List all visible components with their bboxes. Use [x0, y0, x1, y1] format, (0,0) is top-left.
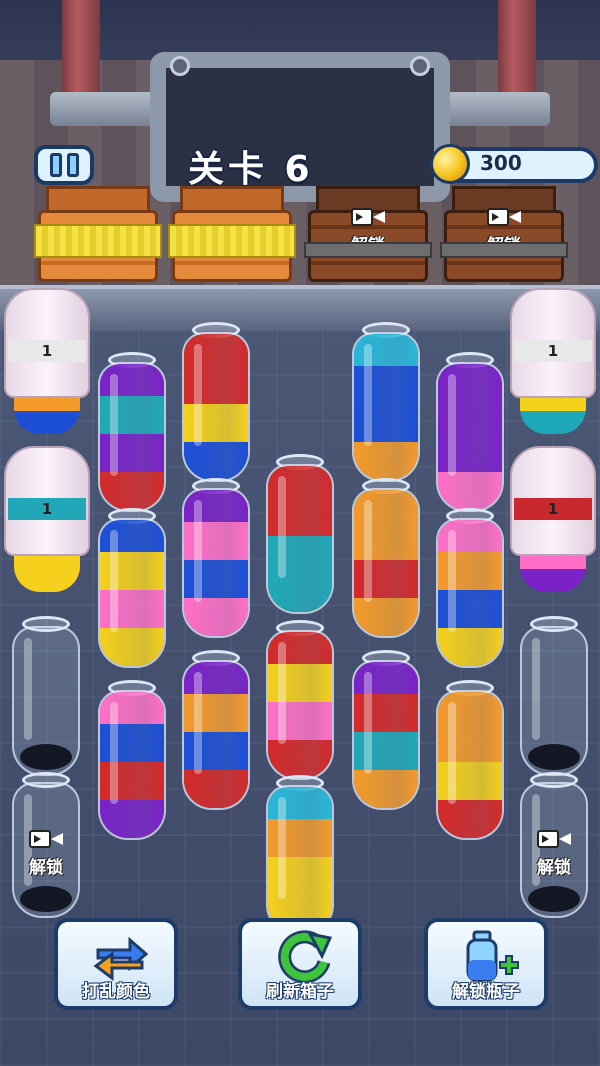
add-bottle-icon [466, 930, 519, 982]
bottle-glass [266, 630, 334, 780]
liquid-layer [100, 472, 164, 510]
bottle-glass [352, 332, 420, 482]
bottle-glass: 解锁 [520, 782, 588, 918]
color-bottle[interactable] [266, 454, 334, 614]
bottle-glass [98, 362, 166, 512]
color-bottle[interactable] [182, 478, 250, 638]
bottle-glass: 解锁 [12, 782, 80, 918]
crate-yellow-fill [168, 224, 296, 258]
empty-bottle[interactable] [520, 616, 588, 776]
bottle-glass [12, 626, 80, 776]
bottle-bottom [528, 886, 580, 912]
refresh-crates-label: 刷新箱子 [266, 982, 334, 1002]
liquid-layer [100, 800, 164, 838]
video-camera-icon [537, 828, 571, 850]
pipe-right [498, 0, 536, 100]
liquid-layer [438, 800, 502, 838]
empty-bottle[interactable] [12, 616, 80, 776]
liquid-layer [268, 574, 332, 612]
color-bottle[interactable] [352, 478, 420, 638]
color-bottle[interactable] [182, 322, 250, 482]
color-bottle[interactable] [436, 508, 504, 668]
bottle-unlock-label: 解锁 [14, 828, 78, 878]
bottle-glass [266, 785, 334, 935]
refresh-icon [278, 930, 333, 984]
video-camera-icon [487, 206, 521, 228]
bottle-glass [436, 690, 504, 840]
coin-amount: 300 [480, 151, 522, 175]
bottle-bottom [528, 744, 580, 770]
color-bottle[interactable] [266, 620, 334, 780]
bottle-glass [436, 518, 504, 668]
liquid-layer [438, 628, 502, 666]
pause-button[interactable] [34, 145, 94, 185]
cover-count-tag: 1 [8, 340, 86, 362]
color-bottle[interactable] [352, 650, 420, 810]
liquid-layer [354, 442, 418, 480]
cover-count-tag: 1 [8, 498, 86, 520]
locked-bottle[interactable]: 解锁 [12, 772, 80, 918]
bottle-glass [352, 488, 420, 638]
shuffle-colors-label: 打乱颜色 [82, 982, 150, 1002]
crate-locked[interactable]: 解锁 [304, 186, 432, 286]
color-bottle[interactable] [436, 352, 504, 512]
bottle-glass [182, 488, 250, 638]
pipe-elbow-left [50, 92, 160, 126]
liquid-layer [354, 770, 418, 808]
video-camera-icon [351, 206, 385, 228]
cover-count-tag: 1 [514, 498, 592, 520]
color-bottle[interactable] [182, 650, 250, 810]
bottle-glass [266, 464, 334, 614]
color-bottle[interactable] [266, 775, 334, 935]
bottle-glass [182, 660, 250, 810]
liquid-layer [100, 628, 164, 666]
bottle-glass [98, 690, 166, 840]
crate-yellow-fill [34, 224, 162, 258]
bottle-unlock-label: 解锁 [522, 828, 586, 878]
unlock-bottle-label: 解锁瓶子 [452, 982, 520, 1002]
pipe-left [62, 0, 100, 100]
pipe-elbow-right [440, 92, 550, 126]
refresh-crates-button[interactable]: 刷新箱子 [238, 918, 362, 1010]
level-title: 关卡 6 [188, 149, 314, 190]
bottle-bottom [20, 744, 72, 770]
liquid-layer [184, 442, 248, 480]
color-bottle[interactable] [98, 680, 166, 840]
crate-filled [34, 186, 162, 286]
liquid-layer [184, 598, 248, 636]
liquid-layer [438, 472, 502, 510]
cover-count-tag: 1 [514, 340, 592, 362]
shuffle-icon [93, 936, 149, 981]
color-bottle[interactable] [352, 322, 420, 482]
bottle-glass [98, 518, 166, 668]
color-bottle[interactable] [436, 680, 504, 840]
bottle-glass [436, 362, 504, 512]
bottle-bottom [20, 886, 72, 912]
video-camera-icon [29, 828, 63, 850]
liquid-layer [354, 598, 418, 636]
crate-locked[interactable]: 解锁 [440, 186, 568, 286]
coin-icon [430, 144, 470, 184]
liquid-layer [184, 770, 248, 808]
bottle-glass [520, 626, 588, 776]
locked-bottle[interactable]: 解锁 [520, 772, 588, 918]
bottle-glass [182, 332, 250, 482]
color-bottle[interactable] [98, 352, 166, 512]
color-bottle[interactable] [98, 508, 166, 668]
shuffle-colors-button[interactable]: 打乱颜色 [54, 918, 178, 1010]
liquid-layer [268, 740, 332, 778]
bottle-glass [352, 660, 420, 810]
crate-filled [168, 186, 296, 286]
unlock-bottle-button[interactable]: 解锁瓶子 [424, 918, 548, 1010]
